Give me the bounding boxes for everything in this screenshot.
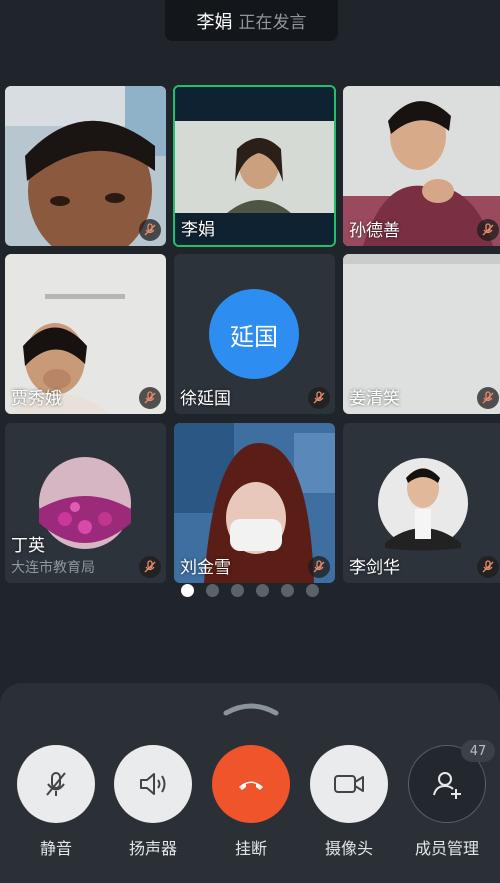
participant-tile[interactable]: 丁英 大连市教育局 [5,423,166,583]
speaker-control[interactable]: 扬声器 [111,745,195,859]
page-indicator[interactable] [0,584,500,597]
mic-muted-icon [139,387,161,409]
camera-button[interactable] [310,745,388,823]
avatar-initials: 延国 [230,322,278,351]
members-button[interactable]: 47 [408,740,495,823]
hangup-icon [239,781,263,790]
camera-control[interactable]: 摄像头 [307,745,391,859]
member-count-badge: 47 [461,740,495,762]
mic-muted-icon [308,387,330,409]
participant-tile[interactable]: 贾秀娥 [5,254,166,414]
mic-muted-icon [308,556,330,578]
hangup-button[interactable] [212,745,290,823]
page-dot[interactable] [306,584,319,597]
mic-muted-icon [139,556,161,578]
participant-name: 李娟 [181,220,215,240]
participant-tile[interactable]: 刘金雪 [174,423,335,583]
participant-name: 徐延国 [180,389,231,409]
members-label: 成员管理 [414,839,479,858]
participant-tile[interactable]: 姜清笑 [343,254,500,414]
participant-grid: 李娟 孙德善 贾秀娥 延国 徐延国 姜清笑 丁英 大连市教育局 刘金雪 李剑华 [0,0,500,600]
participant-name: 丁英 [11,536,45,556]
camera-icon [334,775,364,793]
mic-muted-icon [477,387,499,409]
camera-label: 摄像头 [324,839,373,858]
page-dot-active[interactable] [181,584,194,597]
participant-tile-active[interactable]: 李娟 [173,85,336,247]
participant-name: 姜清笑 [349,389,400,409]
speaker-icon [140,773,166,795]
mute-button[interactable] [17,745,95,823]
members-control[interactable]: 47 成员管理 [405,740,495,859]
participant-tile[interactable]: 延国 徐延国 [174,254,335,414]
participant-name: 孙德善 [349,221,400,241]
mic-muted-icon [477,556,499,578]
add-member-icon [433,772,461,799]
control-panel: 静音 扬声器 挂断 摄像头 47 成员管理 [0,683,500,883]
participant-name: 贾秀娥 [11,389,62,409]
participant-name: 刘金雪 [180,558,231,578]
speaker-label: 扬声器 [128,839,177,858]
speaker-button[interactable] [114,745,192,823]
participant-name: 李剑华 [349,558,400,578]
mic-muted-icon [139,219,161,241]
participant-tile[interactable] [5,86,166,246]
mute-label: 静音 [39,839,72,858]
mic-off-icon [46,772,66,796]
expand-handle-icon[interactable] [222,701,280,717]
page-dot[interactable] [206,584,219,597]
page-dot[interactable] [256,584,269,597]
participant-org: 大连市教育局 [11,560,95,576]
page-dot[interactable] [281,584,294,597]
avatar: 延国 [209,289,299,379]
hangup-label: 挂断 [234,839,267,858]
mic-muted-icon [477,219,499,241]
participant-tile[interactable]: 李剑华 [343,423,500,583]
participant-tile[interactable]: 孙德善 [343,86,500,246]
mute-control[interactable]: 静音 [14,745,98,859]
page-dot[interactable] [231,584,244,597]
hangup-control[interactable]: 挂断 [209,745,293,859]
